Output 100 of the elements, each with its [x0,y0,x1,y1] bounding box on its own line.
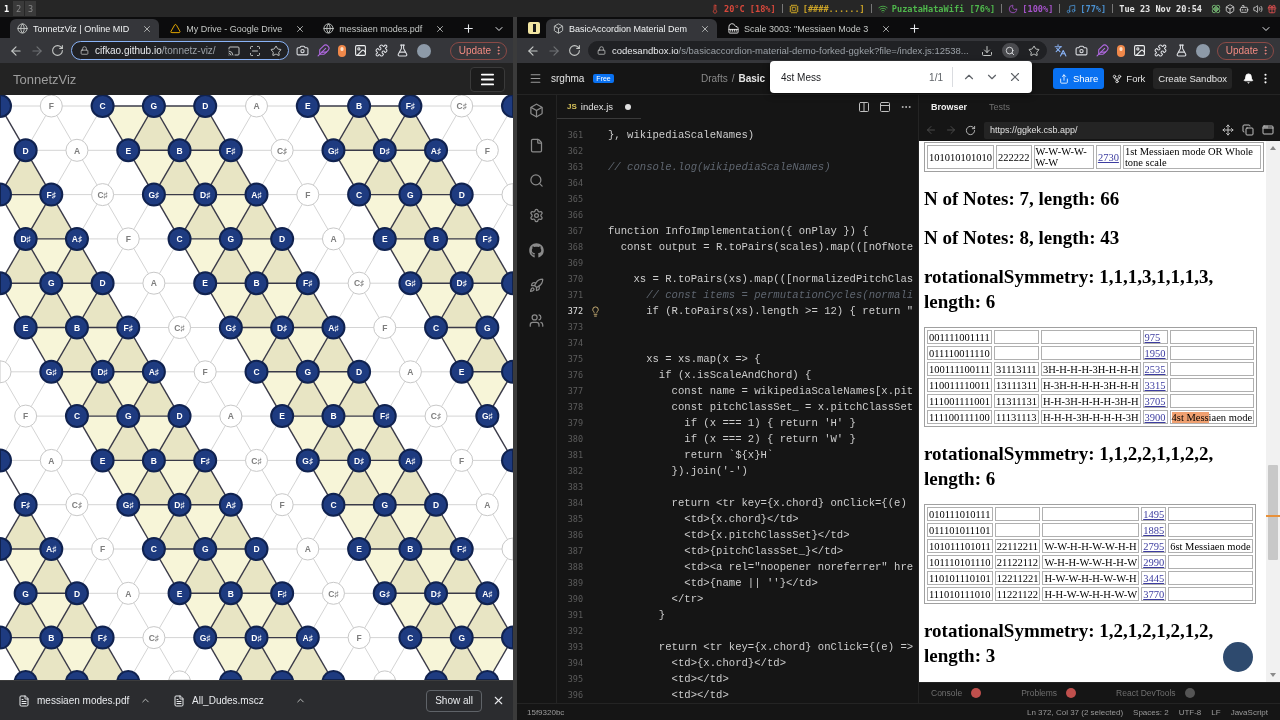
back-icon[interactable] [526,43,540,58]
flower-icon[interactable] [1211,3,1221,14]
file-icon[interactable] [529,138,544,153]
cast-icon[interactable] [228,44,240,57]
star-icon[interactable] [1027,44,1040,57]
devtools-tab[interactable]: React DevTools [1116,688,1195,698]
scale-link[interactable]: 3445 [1143,572,1165,584]
move-icon[interactable] [1222,124,1234,136]
settings-icon[interactable] [529,208,544,223]
download-item[interactable]: messiaen modes.pdf [12,686,157,715]
lightbulb-icon[interactable] [590,305,601,317]
back-icon[interactable] [9,43,23,58]
camera-icon[interactable] [1074,44,1088,57]
scale-link[interactable]: 2535 [1144,363,1166,375]
scale-link[interactable]: 3315 [1144,379,1166,391]
split-view-icon[interactable] [858,101,870,113]
find-in-page-button[interactable] [1001,43,1019,58]
search-icon[interactable] [529,173,544,188]
status-item[interactable]: JavaScript [1230,707,1268,717]
cube-icon[interactable] [529,103,544,118]
show-all-button[interactable]: Show all [426,689,482,712]
breadcrumb-text[interactable]: Drafts [701,73,728,84]
bell-icon[interactable] [1243,73,1254,84]
scan-icon[interactable] [249,44,261,57]
robot-icon[interactable] [1239,3,1249,14]
flask-icon[interactable] [1174,44,1188,57]
window-tab[interactable]: Scale 3003: "Messiaen Mode 3 [721,19,899,38]
reload-icon[interactable] [965,124,976,136]
close-icon[interactable] [435,23,446,34]
cat-icon[interactable] [529,243,544,258]
scale-link[interactable]: 2730 [1097,151,1119,163]
download-item[interactable]: All_Dudes.mscz [167,686,312,715]
window-tab[interactable]: My Drive - Google Drive [163,19,313,38]
rocket-icon[interactable] [529,278,544,293]
status-item[interactable]: Ln 372, Col 37 (2 selected) [1027,707,1124,717]
close-icon[interactable] [881,23,892,34]
avatar-icon[interactable] [1195,43,1210,58]
close-icon[interactable] [700,23,711,34]
scale-link[interactable]: 1885 [1143,524,1165,536]
avatar-icon[interactable] [417,43,431,58]
floating-button[interactable] [1223,642,1253,672]
reload-icon[interactable] [568,44,581,57]
scale-link[interactable]: 3705 [1144,395,1166,407]
share-button[interactable]: Share [1052,68,1105,89]
fork-button[interactable]: Fork [1109,68,1149,89]
window-tab[interactable]: TonnetzViz | Online MID [10,19,160,38]
copy-icon[interactable] [1242,124,1254,136]
box-icon[interactable] [1225,3,1235,14]
status-item[interactable]: LF [1211,707,1221,717]
translate-icon[interactable] [1053,44,1067,57]
scale-link[interactable]: 3900 [1144,411,1166,423]
star-icon[interactable] [270,44,282,57]
window-tab[interactable]: BasicAccordion Material Dem [546,19,718,38]
flask-icon[interactable] [396,44,409,57]
close-icon[interactable] [295,23,306,34]
address-bar[interactable]: cifkao.github.io/tonnetz-viz/ [71,41,289,60]
users-icon[interactable] [529,313,544,328]
scale-link[interactable]: 2795 [1143,540,1165,552]
scale-link[interactable]: 2990 [1143,556,1165,568]
close-icon[interactable] [142,23,153,34]
scale-link[interactable]: 1950 [1144,347,1166,359]
devtools-tab[interactable]: Console [931,688,982,698]
download-icon[interactable] [980,44,993,57]
gift-icon[interactable] [1267,3,1277,14]
preview-tab[interactable]: Browser [931,102,967,112]
address-bar[interactable]: codesandbox.io/s/basicaccordion-material-demo-forked-ggkek?file=/index.js:12538... [588,41,1047,60]
window-tab[interactable]: messiaen modes.pdf [316,19,453,38]
camera-icon[interactable] [296,44,309,57]
window-icon[interactable] [1262,124,1274,136]
feather-icon[interactable] [317,44,330,57]
create-sandbox-button[interactable]: Create Sandbox [1153,68,1232,89]
feather-icon[interactable] [1095,44,1109,57]
status-item[interactable]: UTF-8 [1178,707,1202,717]
puzzle-icon[interactable] [1153,44,1167,57]
find-input[interactable]: 4st Mess [778,66,921,88]
capsule-icon[interactable] [1116,44,1125,57]
close-icon[interactable] [492,694,505,707]
page-heading: rotationalSymmetry: 1,2,1,2,1,2,1,2, length: 3 [924,620,1214,666]
reload-icon[interactable] [51,44,64,57]
menu-button[interactable] [470,66,505,92]
window-icon[interactable] [879,101,891,113]
scrollbar[interactable] [1266,141,1280,682]
puzzle-icon[interactable] [375,44,388,57]
scale-link[interactable]: 975 [1144,331,1161,343]
preview-url-field[interactable]: https://ggkek.csb.app/ [984,121,1214,139]
panel-icon[interactable] [528,22,540,34]
menu-icon[interactable] [529,72,542,85]
new-tab-icon[interactable] [908,22,922,35]
scale-link[interactable]: 1495 [1143,508,1165,520]
image-icon[interactable] [1132,44,1146,57]
speaker-icon[interactable] [1253,3,1263,14]
new-tab-icon[interactable] [462,22,476,35]
scale-link[interactable]: 3770 [1143,588,1165,600]
devtools-tab[interactable]: Problems [1021,688,1077,698]
capsule-icon[interactable] [338,44,346,57]
preview-tab[interactable]: Tests [989,102,1011,112]
close-icon[interactable] [1008,70,1022,84]
breadcrumb-text[interactable]: / [731,73,735,84]
status-item[interactable]: Spaces: 2 [1133,707,1169,717]
image-icon[interactable] [354,44,367,57]
